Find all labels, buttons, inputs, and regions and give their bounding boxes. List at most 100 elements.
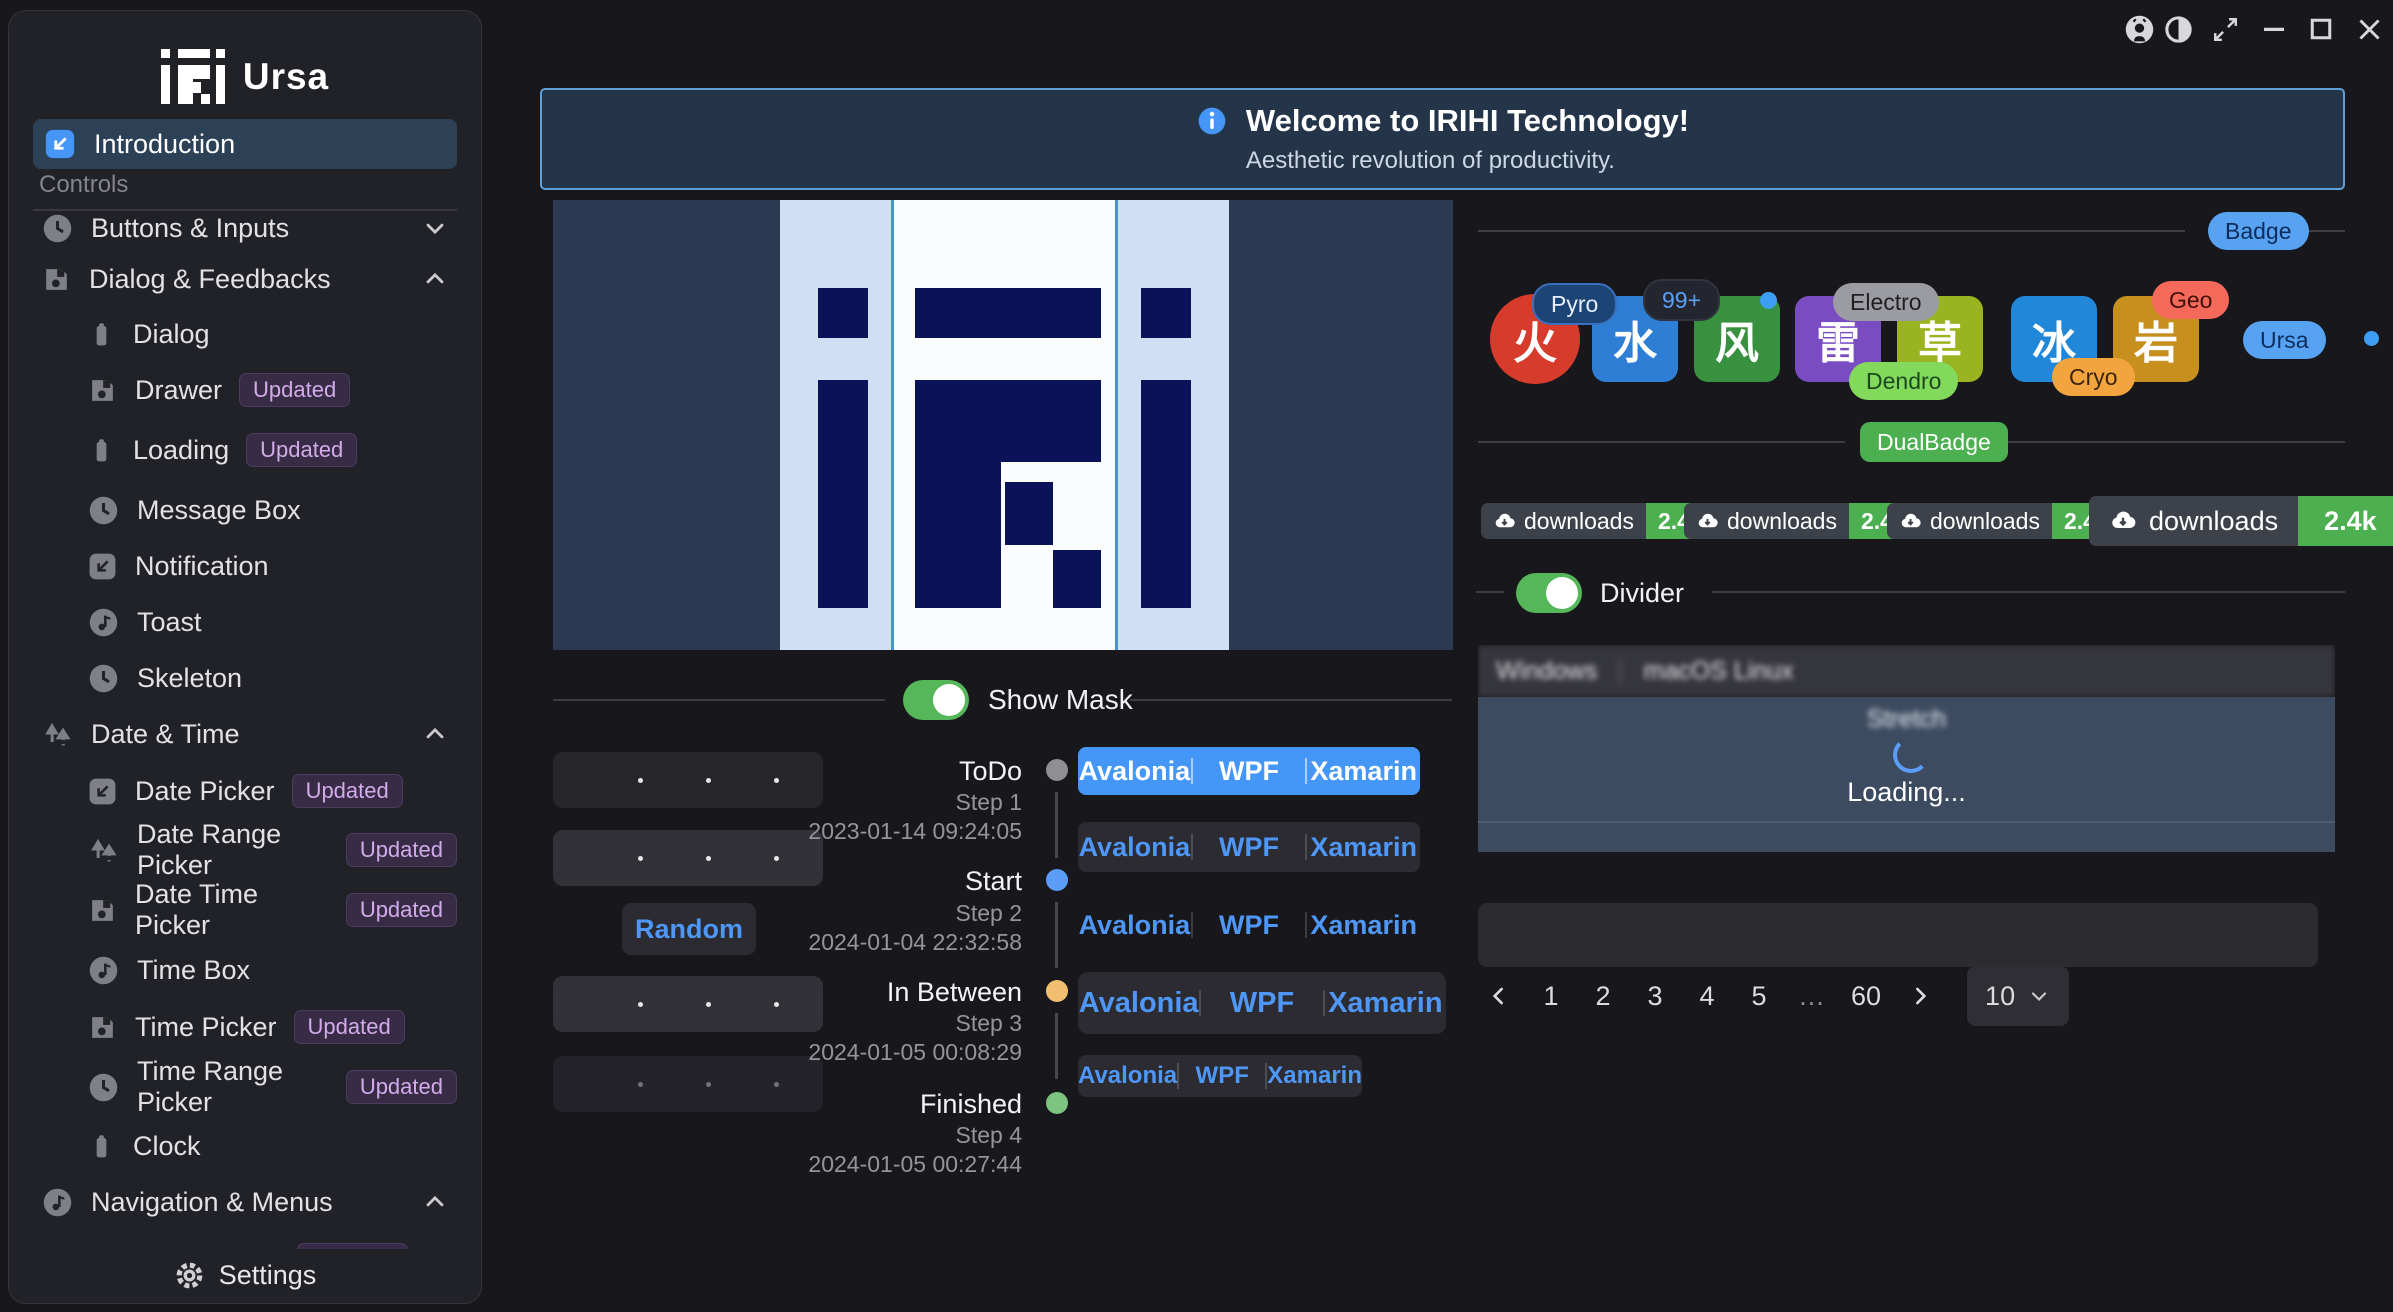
downloads-badge: downloads 2.4k	[1481, 503, 1715, 539]
downloads-badge: downloads 2.4k	[1887, 503, 2121, 539]
sidebar-item-toast[interactable]: Toast	[33, 598, 457, 646]
step-date: 2024-01-04 22:32:58	[762, 929, 1022, 956]
sidebar-item-label: Time Box	[137, 955, 250, 986]
step-number: Step 2	[762, 900, 1022, 927]
wpf-button[interactable]: WPF	[1193, 910, 1306, 941]
sidebar-item-skeleton[interactable]: Skeleton	[33, 654, 457, 702]
sidebar-item-introduction[interactable]: Introduction	[33, 119, 457, 169]
github-button[interactable]	[2122, 12, 2156, 46]
wpf-button[interactable]: WPF	[1193, 832, 1306, 863]
xamarin-button[interactable]: Xamarin	[1307, 910, 1420, 941]
pagination-next-icon[interactable]	[1907, 983, 1933, 1009]
step-number: Step 3	[762, 1010, 1022, 1037]
wpf-button[interactable]: WPF	[1201, 987, 1322, 1020]
sidebar-item-date-time-picker[interactable]: Date Time Picker Updated	[33, 886, 457, 934]
button-group-large: Avalonia WPF Xamarin	[1078, 972, 1446, 1034]
arrow-square-icon	[87, 551, 118, 582]
sidebar-group-navigation-menus[interactable]: Navigation & Menus	[33, 1178, 457, 1226]
sidebar-item-clock[interactable]: Clock	[33, 1122, 457, 1170]
tab-macos-linux[interactable]: macOS Linux	[1643, 657, 1793, 686]
divider-line	[2308, 230, 2345, 232]
sidebar-item-label: Toast	[137, 607, 202, 638]
divider-line	[1476, 591, 1504, 593]
sidebar-item-time-box[interactable]: Time Box	[33, 946, 457, 994]
xamarin-button[interactable]: Xamarin	[1325, 987, 1446, 1020]
divider-line	[1478, 441, 1845, 443]
sidebar-item-date-range-picker[interactable]: Date Range Picker Updated	[33, 826, 457, 874]
floppy-icon	[87, 1012, 118, 1043]
sidebar-item-time-range-picker[interactable]: Time Range Picker Updated	[33, 1063, 457, 1111]
xamarin-button[interactable]: Xamarin	[1307, 756, 1420, 787]
pagination-prev-icon[interactable]	[1486, 983, 1512, 1009]
button-group-borderless: Avalonia WPF Xamarin	[1078, 902, 1420, 948]
wpf-button[interactable]: WPF	[1193, 756, 1306, 787]
downloads-value: 2.4k	[2298, 496, 2393, 546]
random-button[interactable]: Random	[622, 903, 756, 955]
pagination-page[interactable]: 60	[1851, 981, 1881, 1012]
sidebar-item-label: Dialog & Feedbacks	[89, 264, 331, 295]
minimize-button[interactable]	[2257, 12, 2291, 46]
fullscreen-button[interactable]	[2208, 12, 2242, 46]
floppy-icon	[41, 264, 72, 295]
divider-toggle[interactable]	[1516, 573, 1582, 613]
avalonia-button[interactable]: Avalonia	[1078, 987, 1199, 1020]
pagination-page[interactable]: 1	[1538, 981, 1564, 1012]
show-mask-toggle[interactable]	[903, 680, 969, 720]
loading-divider	[1478, 821, 2335, 823]
pagination-page[interactable]: 4	[1694, 981, 1720, 1012]
maximize-button[interactable]	[2304, 12, 2338, 46]
avalonia-button[interactable]: Avalonia	[1078, 1062, 1177, 1090]
pagination: 1 2 3 4 5 … 60 10	[1486, 965, 2069, 1027]
tab-bar: Windows macOS Linux	[1478, 645, 2335, 697]
chevron-up-icon	[421, 1188, 449, 1216]
cloud-download-icon	[2109, 507, 2137, 535]
sidebar-item-label: Date Range Picker	[137, 819, 329, 881]
pagination-page[interactable]: 2	[1590, 981, 1616, 1012]
theme-toggle-button[interactable]	[2161, 12, 2195, 46]
sidebar-item-message-box[interactable]: Message Box	[33, 486, 457, 534]
page-size-select[interactable]: 10	[1967, 966, 2069, 1026]
text-box[interactable]	[1478, 903, 2318, 967]
sidebar-section-label: Controls	[39, 171, 128, 199]
sidebar-group-buttons-inputs[interactable]: Buttons & Inputs	[33, 204, 457, 252]
updated-badge: Updated	[346, 893, 457, 927]
settings-label: Settings	[219, 1260, 317, 1291]
sidebar-item-loading[interactable]: Loading Updated	[33, 426, 457, 474]
step-dot-inbetween	[1046, 980, 1068, 1002]
downloads-label: downloads	[1930, 508, 2040, 535]
badge-dot	[2364, 331, 2379, 346]
badge-geo: Geo	[2152, 281, 2229, 319]
battery-icon	[87, 1132, 116, 1161]
sidebar-item-date-picker[interactable]: Date Picker Updated	[33, 767, 457, 815]
badge-dot	[1760, 292, 1777, 309]
step-dot-finished	[1046, 1092, 1068, 1114]
chevron-up-icon	[421, 265, 449, 293]
chevron-down-icon	[421, 214, 449, 242]
info-icon	[1196, 105, 1228, 137]
clock-icon	[87, 494, 120, 527]
xamarin-button[interactable]: Xamarin	[1307, 832, 1420, 863]
avalonia-button[interactable]: Avalonia	[1078, 756, 1191, 787]
tab-windows[interactable]: Windows	[1496, 657, 1597, 686]
avalonia-button[interactable]: Avalonia	[1078, 910, 1191, 941]
sidebar-group-dialog-feedbacks[interactable]: Dialog & Feedbacks	[33, 255, 457, 303]
sidebar-item-time-picker[interactable]: Time Picker Updated	[33, 1003, 457, 1051]
step-connector	[1055, 792, 1058, 858]
sidebar-item-dialog[interactable]: Dialog	[33, 310, 457, 358]
tab-separator	[1619, 658, 1621, 684]
sidebar-item-notification[interactable]: Notification	[33, 542, 457, 590]
sidebar-item-label: Dialog	[133, 319, 210, 350]
pagination-page[interactable]: 3	[1642, 981, 1668, 1012]
close-button[interactable]	[2352, 12, 2386, 46]
clock-icon	[41, 212, 74, 245]
sidebar-item-drawer[interactable]: Drawer Updated	[33, 366, 457, 414]
settings-button[interactable]: Settings	[10, 1249, 480, 1301]
pagination-page[interactable]: 5	[1746, 981, 1772, 1012]
step-date: 2024-01-05 00:08:29	[762, 1039, 1022, 1066]
wpf-button[interactable]: WPF	[1179, 1062, 1265, 1090]
avalonia-button[interactable]: Avalonia	[1078, 832, 1191, 863]
sidebar-group-date-time[interactable]: Date & Time	[33, 710, 457, 758]
downloads-badge-large: downloads 2.4k	[2089, 496, 2393, 546]
xamarin-button[interactable]: Xamarin	[1267, 1062, 1362, 1090]
pagination-ellipsis[interactable]: …	[1798, 981, 1825, 1012]
